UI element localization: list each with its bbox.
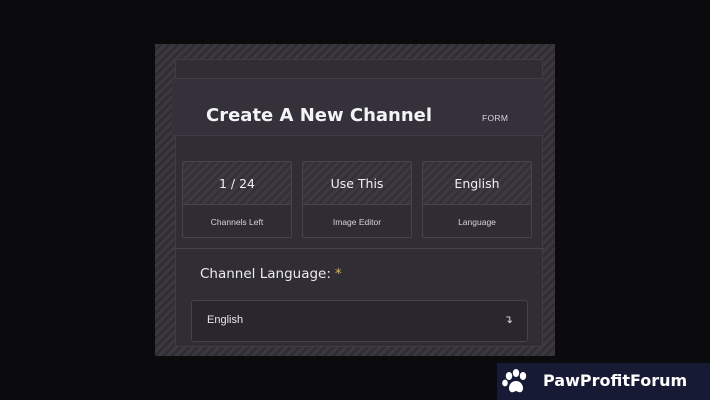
required-mark: * xyxy=(334,266,342,282)
channel-language-label-text: Channel Language: xyxy=(200,266,331,282)
screen: Create A New Channel FORM 1 / 24 Channel… xyxy=(0,0,710,400)
use-image-editor-button[interactable]: Use This xyxy=(303,162,411,205)
arrow-turn-down-icon: ↴ xyxy=(503,313,513,326)
stat-label: Image Editor xyxy=(303,205,411,237)
card-header: Create A New Channel FORM xyxy=(172,78,544,136)
paw-icon xyxy=(502,369,527,393)
stat-label: Language xyxy=(423,205,531,237)
channel-language-label: Channel Language: * xyxy=(200,266,342,282)
stat-value: English xyxy=(423,162,531,205)
stat-value: 1 / 24 xyxy=(183,162,291,205)
stat-label: Channels Left xyxy=(183,205,291,237)
create-channel-card: Create A New Channel FORM 1 / 24 Channel… xyxy=(172,59,544,347)
stat-image-editor[interactable]: Use This Image Editor xyxy=(302,161,412,238)
form-tag: FORM xyxy=(482,113,509,123)
watermark-text: PawProfitForum xyxy=(543,371,688,390)
page-title: Create A New Channel xyxy=(206,105,433,126)
stat-language: English Language xyxy=(422,161,532,238)
watermark-badge: PawProfitForum xyxy=(497,363,710,400)
stat-channels-left: 1 / 24 Channels Left xyxy=(182,161,292,238)
select-value: English xyxy=(207,314,244,326)
section-divider xyxy=(172,248,544,249)
create-channel-panel: Create A New Channel FORM 1 / 24 Channel… xyxy=(155,44,555,356)
channel-language-select[interactable]: English ↴ xyxy=(191,300,528,342)
